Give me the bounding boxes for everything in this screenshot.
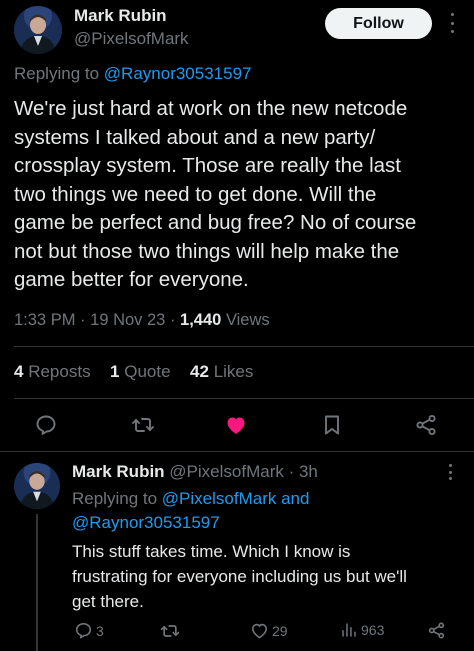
tweet-text-line: We're just hard at work on the new netco… <box>14 97 408 120</box>
reposts-stat[interactable]: 4 Reposts <box>14 362 91 381</box>
tweet-date[interactable]: 19 Nov 23 <box>90 311 165 329</box>
like-count: 29 <box>272 622 288 639</box>
like-icon-filled[interactable] <box>222 411 250 439</box>
reply-replying-to: Replying to @PixelsofMark and @Raynor305… <box>72 487 309 535</box>
replying-prefix: Replying to <box>72 489 158 508</box>
repost-icon <box>160 625 180 637</box>
divider <box>14 346 474 347</box>
view-count: 963 <box>361 622 385 638</box>
more-icon[interactable] <box>448 13 456 33</box>
reply-reply-action[interactable]: 3 <box>74 621 104 640</box>
reply-icon <box>75 622 92 639</box>
main-author-name[interactable]: Mark Rubin <box>74 6 167 26</box>
like-icon <box>251 623 268 639</box>
reply-author-handle[interactable]: @PixelsofMark <box>169 462 284 481</box>
reply-age[interactable]: 3h <box>299 462 318 481</box>
views-icon <box>342 623 356 637</box>
tweet-text-line: game be perfect and bug free? No of cour… <box>14 211 417 234</box>
tweet-text-line: two things we need to get done. Will the <box>14 182 377 206</box>
reply-repost-action[interactable] <box>160 621 180 641</box>
replying-to-link[interactable]: @Raynor30531597 <box>72 513 220 532</box>
tweet-time[interactable]: 1:33 PM <box>14 311 75 329</box>
reply-icon[interactable] <box>32 411 60 439</box>
thread-line <box>36 514 38 651</box>
reply-header: Mark Rubin @PixelsofMark · 3h <box>72 462 318 481</box>
replying-prefix: Replying to <box>14 64 100 83</box>
share-icon <box>428 622 445 639</box>
replying-to-link[interactable]: @PixelsofMark <box>162 489 277 508</box>
repost-icon[interactable] <box>129 411 157 439</box>
main-tweet-text: We're just hard at work on the new netco… <box>14 95 464 295</box>
reply-author-avatar[interactable] <box>14 463 60 509</box>
tweet-text-line: systems I talked about and a new party/ <box>14 125 376 149</box>
main-author-avatar[interactable] <box>14 6 62 54</box>
main-author-handle[interactable]: @PixelsofMark <box>74 29 189 49</box>
tweet-meta: 1:33 PM · 19 Nov 23 · 1,440 Views <box>14 311 270 329</box>
views-count: 1,440 <box>180 311 222 329</box>
main-replying-to: Replying to @Raynor30531597 <box>14 64 252 84</box>
engagement-stats: 4 Reposts 1 Quote 42 Likes <box>14 362 253 382</box>
divider <box>0 451 474 452</box>
tweet-text-line: not but those two things will help make … <box>14 239 400 263</box>
share-icon[interactable] <box>412 411 440 439</box>
reply-author-name[interactable]: Mark Rubin <box>72 462 165 481</box>
bookmark-icon[interactable] <box>318 411 346 439</box>
quotes-stat[interactable]: 1 Quote <box>110 362 171 381</box>
replying-and: and <box>281 489 310 508</box>
tweet-text-line: frustrating for everyone including us bu… <box>72 567 407 586</box>
replying-to-link[interactable]: @Raynor30531597 <box>104 64 252 83</box>
tweet-text-line: get there. <box>72 592 144 611</box>
reply-share-action[interactable] <box>427 621 446 640</box>
tweet-text-line: crossplay system. Those are really the l… <box>14 154 401 177</box>
reply-count: 3 <box>96 622 104 639</box>
reply-like-action[interactable]: 29 <box>250 621 288 640</box>
reply-views-action[interactable]: 963 <box>340 621 384 639</box>
reply-tweet-text: This stuff takes time. Which I know is f… <box>72 539 407 614</box>
follow-button[interactable]: Follow <box>325 8 432 39</box>
tweet-text-line: This stuff takes time. Which I know is <box>72 542 351 561</box>
tweet-text-line: game better for everyone. <box>14 268 249 291</box>
likes-stat[interactable]: 42 Likes <box>190 362 253 381</box>
views-label: Views <box>225 311 270 329</box>
reply-more-icon[interactable] <box>446 464 454 480</box>
divider <box>14 398 474 399</box>
